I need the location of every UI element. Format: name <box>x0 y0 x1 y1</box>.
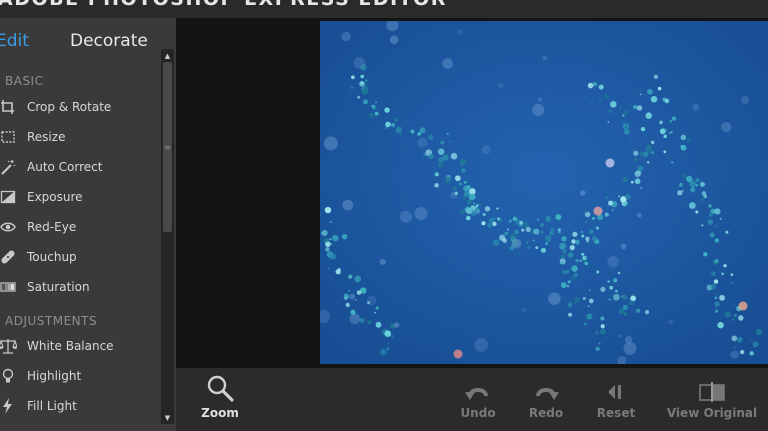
lightning-icon <box>0 396 18 416</box>
sidebar-item-label: Resize <box>27 130 66 144</box>
sidebar-item-fill-light[interactable]: Fill Light <box>0 393 158 419</box>
scroll-up-icon[interactable]: ▲ <box>161 50 174 61</box>
saturation-icon <box>0 277 18 297</box>
undo-icon <box>465 374 491 402</box>
sidebar-item-label: Fill Light <box>27 399 77 413</box>
lightbulb-icon <box>0 366 18 386</box>
sidebar-item-white-balance[interactable]: White Balance <box>0 333 158 359</box>
sidebar-item-exposure[interactable]: Exposure <box>0 184 158 210</box>
redo-label: Redo <box>528 406 564 420</box>
sidebar-item-label: Saturation <box>27 280 90 294</box>
undo-label: Undo <box>460 406 496 420</box>
tab-decorate[interactable]: Decorate <box>70 31 148 51</box>
crop-icon <box>0 97 18 117</box>
scale-icon <box>0 336 18 356</box>
sidebar-item-label: Highlight <box>27 369 82 383</box>
sidebar-item-label: Auto Correct <box>27 160 103 174</box>
scrollbar-thumb[interactable]: ≡ <box>163 62 172 232</box>
view-original-button[interactable]: View Original <box>666 374 758 420</box>
magnifier-icon <box>206 374 234 402</box>
bandage-icon <box>0 247 18 267</box>
undo-button[interactable]: Undo <box>458 374 498 420</box>
tab-edit[interactable]: Edit <box>0 31 29 51</box>
magic-wand-icon <box>0 157 18 177</box>
sidebar-item-crop-rotate[interactable]: Crop & Rotate <box>0 94 158 120</box>
sidebar-item-auto-correct[interactable]: Auto Correct <box>0 154 158 180</box>
title-bar: ADOBE PHOTOSHOP EXPRESS EDITOR <box>0 0 768 18</box>
zoom-label: Zoom <box>201 406 239 420</box>
redo-button[interactable]: Redo <box>526 374 566 420</box>
exposure-icon <box>0 187 18 207</box>
eye-icon <box>0 217 18 237</box>
reset-icon <box>606 374 626 402</box>
scroll-down-icon[interactable]: ▼ <box>161 412 174 423</box>
sidebar-item-touchup[interactable]: Touchup <box>0 244 158 270</box>
sidebar-item-red-eye[interactable]: Red-Eye <box>0 214 158 240</box>
sidebar-item-resize[interactable]: Resize <box>0 124 158 150</box>
sidebar-item-saturation[interactable]: Saturation <box>0 274 158 300</box>
sidebar-item-label: Red-Eye <box>27 220 77 234</box>
view-original-label: View Original <box>666 406 758 420</box>
photo-canvas[interactable] <box>320 21 768 364</box>
sidebar-item-highlight[interactable]: Highlight <box>0 363 158 389</box>
section-basic-label: BASIC <box>5 74 44 88</box>
redo-icon <box>533 374 559 402</box>
reset-button[interactable]: Reset <box>596 374 636 420</box>
reset-label: Reset <box>596 406 636 420</box>
edit-panel: Edit Decorate BASIC Crop & Rotate Resize… <box>0 18 176 431</box>
bottom-toolbar: Zoom Undo Redo Reset View Original <box>176 368 768 431</box>
sidebar-item-label: Touchup <box>27 250 77 264</box>
panel-scrollbar[interactable]: ▲ ≡ ▼ <box>161 49 174 424</box>
sidebar-item-label: Exposure <box>27 190 83 204</box>
resize-icon <box>0 127 18 147</box>
sidebar-item-label: White Balance <box>27 339 114 353</box>
sidebar-item-label: Crop & Rotate <box>27 100 112 114</box>
zoom-button[interactable]: Zoom <box>200 374 240 420</box>
section-adjustments-label: ADJUSTMENTS <box>5 314 98 328</box>
water-droplets-photo <box>320 21 768 364</box>
app-title: ADOBE PHOTOSHOP EXPRESS EDITOR <box>0 0 447 10</box>
compare-icon <box>699 374 725 402</box>
